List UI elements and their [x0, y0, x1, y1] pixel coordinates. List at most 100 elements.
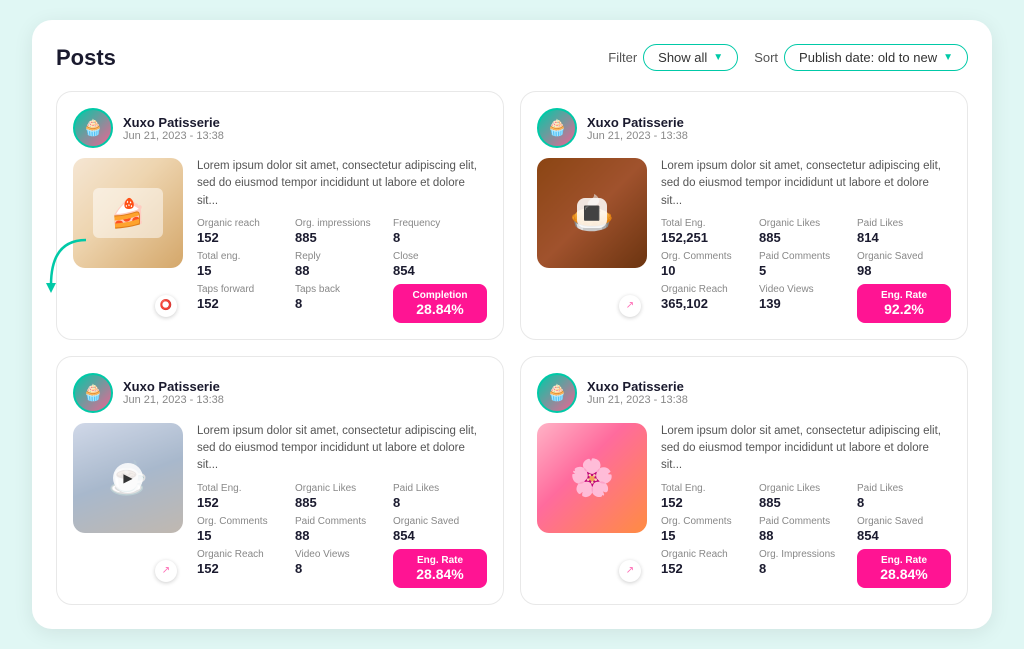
stat-paid-likes-3: Paid Likes 8	[393, 483, 487, 510]
stat-close: Close 854	[393, 251, 487, 278]
post-date-2: Jun 21, 2023 - 13:38	[587, 130, 688, 142]
stat-label: Org. Comments	[197, 516, 291, 527]
stat-label: Paid Likes	[393, 483, 487, 494]
highlight-value-4: 28.84%	[880, 566, 927, 582]
posts-header: Posts Filter Show all ▼ Sort Publish dat…	[56, 44, 968, 71]
stat-organic-reach-4: Organic Reach 152	[661, 549, 755, 588]
stat-label: Video Views	[295, 549, 389, 560]
stat-value: 885	[759, 230, 853, 245]
stat-organic-reach: Organic reach 152	[197, 218, 291, 245]
stat-label: Taps forward	[197, 284, 291, 295]
stat-value: 854	[857, 528, 951, 543]
eng-rate-highlight-4: Eng. Rate 28.84%	[857, 549, 951, 588]
sort-group: Sort Publish date: old to new ▼	[754, 44, 968, 71]
post-description-4: Lorem ipsum dolor sit amet, consectetur …	[661, 423, 951, 475]
stat-taps-back: Taps back 8	[295, 284, 389, 323]
stat-video-views-2: Video Views 139	[759, 284, 853, 323]
post-image-container-2: 🥧 ⬛ ↗	[537, 158, 647, 323]
post-meta-2: Xuxo Patisserie Jun 21, 2023 - 13:38	[587, 115, 688, 142]
stat-label: Paid Comments	[759, 516, 853, 527]
post-card-2: 🧁 Xuxo Patisserie Jun 21, 2023 - 13:38 🥧…	[520, 91, 968, 340]
stat-label: Paid Likes	[857, 218, 951, 229]
post-stats-2: Lorem ipsum dolor sit amet, consectetur …	[661, 158, 951, 323]
stat-video-views-3: Video Views 8	[295, 549, 389, 588]
post-author-1: Xuxo Patisserie	[123, 115, 224, 130]
stat-label: Frequency	[393, 218, 487, 229]
post-header-4: 🧁 Xuxo Patisserie Jun 21, 2023 - 13:38	[537, 373, 951, 413]
stat-label: Organic Reach	[197, 549, 291, 560]
stat-frequency: Frequency 8	[393, 218, 487, 245]
stat-label: Total Eng.	[661, 218, 755, 229]
stat-label: Organic Saved	[857, 516, 951, 527]
sort-dropdown[interactable]: Publish date: old to new ▼	[784, 44, 968, 71]
stat-value: 88	[759, 528, 853, 543]
stat-label: Taps back	[295, 284, 389, 295]
stat-value: 854	[393, 528, 487, 543]
stat-value: 10	[661, 263, 755, 278]
stat-label: Organic Saved	[857, 251, 951, 262]
post-image-4: 🌸	[537, 423, 647, 533]
stat-value: 152	[661, 495, 755, 510]
stat-paid-comments-2: Paid Comments 5	[759, 251, 853, 278]
story-icon-1: ⭕	[155, 295, 177, 317]
avatar-3: 🧁	[73, 373, 113, 413]
eng-rate-highlight-2: Eng. Rate 92.2%	[857, 284, 951, 323]
stat-label: Org. Comments	[661, 251, 755, 262]
stat-label: Reply	[295, 251, 389, 262]
stat-organic-likes-2: Organic Likes 885	[759, 218, 853, 245]
post-author-4: Xuxo Patisserie	[587, 379, 688, 394]
stat-label: Org. Impressions	[759, 549, 853, 560]
stat-value: 152	[197, 296, 291, 311]
chevron-down-icon: ▼	[713, 52, 723, 63]
stat-value: 814	[857, 230, 951, 245]
post-card-4: 🧁 Xuxo Patisserie Jun 21, 2023 - 13:38 🌸…	[520, 356, 968, 605]
filter-dropdown[interactable]: Show all ▼	[643, 44, 738, 71]
stat-label: Paid Comments	[759, 251, 853, 262]
post-image-3: ☕ ▶	[73, 423, 183, 533]
post-card-1: 🧁 Xuxo Patisserie Jun 21, 2023 - 13:38 🍰	[56, 91, 504, 340]
sort-label: Sort	[754, 50, 778, 65]
filter-value: Show all	[658, 50, 707, 65]
stat-value: 139	[759, 296, 853, 311]
stat-label: Paid Comments	[295, 516, 389, 527]
post-stats-1: Lorem ipsum dolor sit amet, consectetur …	[197, 158, 487, 323]
stats-grid-1: Organic reach 152 Org. impressions 885 F…	[197, 218, 487, 323]
stat-organic-saved-3: Organic Saved 854	[393, 516, 487, 543]
post-author-3: Xuxo Patisserie	[123, 379, 224, 394]
stat-label: Organic Reach	[661, 549, 755, 560]
post-description-1: Lorem ipsum dolor sit amet, consectetur …	[197, 158, 487, 210]
stats-grid-3: Total Eng. 152 Organic Likes 885 Paid Li…	[197, 483, 487, 588]
stat-value: 88	[295, 528, 389, 543]
stat-paid-likes-4: Paid Likes 8	[857, 483, 951, 510]
play-icon: ▶	[113, 463, 143, 493]
stat-organic-reach-2: Organic Reach 365,102	[661, 284, 755, 323]
stat-total-eng-3: Total Eng. 152	[197, 483, 291, 510]
stat-label: Close	[393, 251, 487, 262]
stat-label: Org. Comments	[661, 516, 755, 527]
stat-value: 98	[857, 263, 951, 278]
highlight-label-2: Eng. Rate	[881, 290, 927, 301]
post-header-3: 🧁 Xuxo Patisserie Jun 21, 2023 - 13:38	[73, 373, 487, 413]
page-title: Posts	[56, 45, 116, 71]
stat-label: Org. impressions	[295, 218, 389, 229]
post-description-3: Lorem ipsum dolor sit amet, consectetur …	[197, 423, 487, 475]
stat-value: 365,102	[661, 296, 755, 311]
stat-label: Organic reach	[197, 218, 291, 229]
post-meta-4: Xuxo Patisserie Jun 21, 2023 - 13:38	[587, 379, 688, 406]
stat-value: 8	[295, 296, 389, 311]
highlight-value-3: 28.84%	[416, 566, 463, 582]
post-author-2: Xuxo Patisserie	[587, 115, 688, 130]
stat-label: Total Eng.	[661, 483, 755, 494]
stat-total-eng-4: Total Eng. 152	[661, 483, 755, 510]
avatar-2: 🧁	[537, 108, 577, 148]
stat-value: 8	[857, 495, 951, 510]
filter-label: Filter	[608, 50, 637, 65]
stat-total-eng: Total eng. 15	[197, 251, 291, 278]
stat-organic-reach-3: Organic Reach 152	[197, 549, 291, 588]
stats-grid-2: Total Eng. 152,251 Organic Likes 885 Pai…	[661, 218, 951, 323]
post-date-3: Jun 21, 2023 - 13:38	[123, 394, 224, 406]
posts-grid: 🧁 Xuxo Patisserie Jun 21, 2023 - 13:38 🍰	[56, 91, 968, 605]
highlight-label-1: Completion	[413, 290, 468, 301]
stat-value: 8	[393, 495, 487, 510]
avatar-4: 🧁	[537, 373, 577, 413]
